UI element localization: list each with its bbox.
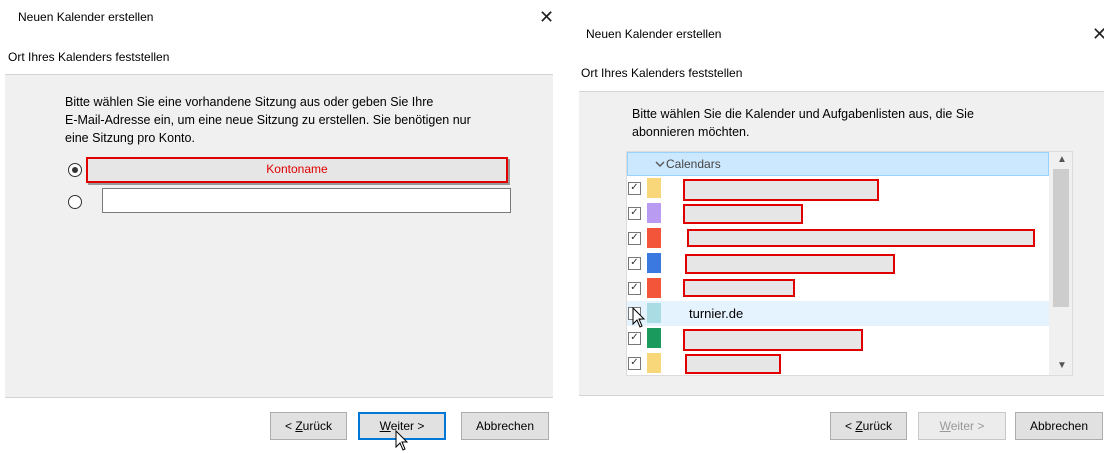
instruction-line-1: Bitte wählen Sie die Kalender und Aufgab… [632,107,974,121]
calendar-row[interactable]: ✓ [627,226,1049,251]
redacted-calendar-name [683,329,863,351]
scrollbar-thumb[interactable] [1053,169,1069,307]
calendar-row[interactable]: ✓ [627,176,1049,201]
cancel-button-label: Abbrechen [1029,419,1089,433]
redacted-calendar-name [685,254,895,274]
email-input[interactable] [102,188,511,213]
calendar-row[interactable]: ✓ [627,251,1049,276]
calendar-checkbox[interactable]: ✓ [628,357,641,370]
instruction-line-3: eine Sitzung pro Konto. [65,131,195,145]
calendar-name: turnier.de [689,306,744,321]
calendar-checkbox[interactable]: ✓ [628,332,641,345]
calendar-color-swatch [647,178,661,198]
redacted-calendar-name [687,229,1035,247]
dialog-title: Neuen Kalender erstellen [586,27,722,41]
redacted-calendar-name [683,279,795,297]
next-button[interactable]: Weiter > [918,412,1006,440]
calendar-checkbox[interactable]: ✓ [628,207,641,220]
calendar-color-swatch [647,353,661,373]
redacted-calendar-name [685,354,781,374]
group-label: Calendars [666,157,721,171]
calendar-checkbox[interactable]: ✓ [628,282,641,295]
new-session-radio[interactable] [68,195,82,209]
new-calendar-dialog-left: Neuen Kalender erstellen ✕ Ort Ihres Kal… [0,0,558,453]
back-button[interactable]: < Zurück [270,412,347,440]
calendar-row[interactable]: ✓ [627,351,1049,375]
calendar-list: Calendars ✓ ✓ ✓ ✓ ✓ turnier.de ✓ ✓ ▲ ▼ [626,151,1073,376]
instruction-line-2: E-Mail-Adresse ein, um eine neue Sitzung… [65,113,471,127]
scroll-down-icon[interactable]: ▼ [1057,360,1067,371]
close-icon[interactable]: ✕ [1092,25,1104,43]
redacted-calendar-name [683,204,803,224]
dialog-title: Neuen Kalender erstellen [18,10,154,24]
back-button-label: < Zurück [284,419,333,433]
existing-session-field[interactable]: Kontoname [86,157,508,183]
redacted-calendar-name [683,179,879,201]
dialog-subtitle: Ort Ihres Kalenders feststellen [581,66,743,80]
calendar-row[interactable]: ✓ [627,276,1049,301]
mouse-pointer-icon [395,430,409,451]
instruction-line-1: Bitte wählen Sie eine vorhandene Sitzung… [65,95,434,109]
instruction-line-2: abonnieren möchten. [632,125,750,139]
calendar-checkbox[interactable]: ✓ [628,232,641,245]
back-button-label: < Zurück [844,419,893,433]
scrollbar[interactable]: ▲ ▼ [1049,152,1072,375]
next-button-label: Weiter > [939,419,985,433]
calendar-color-swatch [647,328,661,348]
calendar-color-swatch [647,303,661,323]
cancel-button[interactable]: Abbrechen [461,412,549,440]
calendar-row[interactable]: turnier.de [627,301,1049,328]
calendar-color-swatch [647,278,661,298]
cancel-button-label: Abbrechen [475,419,535,433]
calendar-row[interactable]: ✓ [627,326,1049,351]
dialog-subtitle: Ort Ihres Kalenders feststellen [8,50,170,64]
calendar-checkbox[interactable]: ✓ [628,257,641,270]
calendar-color-swatch [647,253,661,273]
calendars-group-header[interactable]: Calendars [627,152,1049,176]
content-panel: Bitte wählen Sie die Kalender und Aufgab… [579,91,1104,396]
existing-session-radio[interactable] [68,163,82,177]
calendar-checkbox[interactable]: ✓ [628,182,641,195]
content-panel: Bitte wählen Sie eine vorhandene Sitzung… [5,74,553,398]
cancel-button[interactable]: Abbrechen [1015,412,1103,440]
close-icon[interactable]: ✕ [539,8,554,26]
new-calendar-dialog-right: Neuen Kalender erstellen ✕ Ort Ihres Kal… [569,0,1104,453]
chevron-down-icon [655,161,665,167]
calendar-row[interactable]: ✓ [627,201,1049,226]
back-button[interactable]: < Zurück [830,412,907,440]
scroll-up-icon[interactable]: ▲ [1057,154,1067,165]
calendar-color-swatch [647,228,661,248]
calendar-color-swatch [647,203,661,223]
